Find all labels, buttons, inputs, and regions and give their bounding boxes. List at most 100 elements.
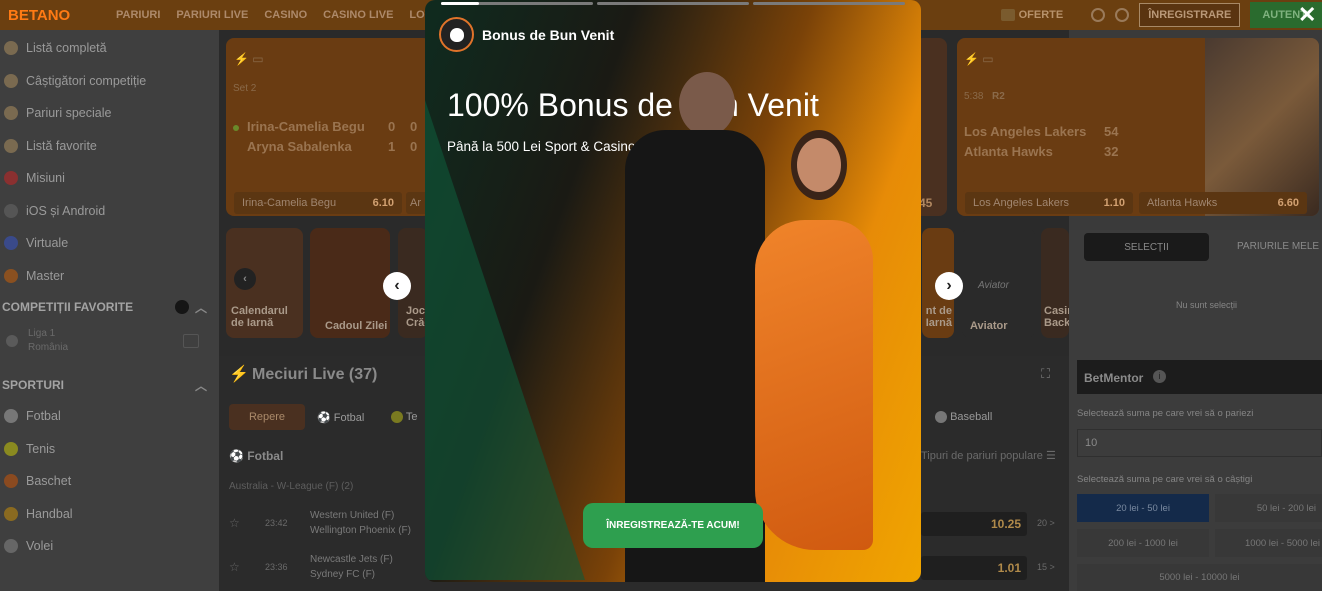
story-header-title: Bonus de Bun Venit [482, 27, 615, 43]
tab-repere[interactable]: Repere [229, 404, 305, 430]
range-option[interactable]: 1000 lei - 5000 lei [1215, 529, 1322, 557]
nav-casino-live[interactable]: CASINO LIVE [323, 9, 393, 21]
tab-tenis[interactable]: Te [391, 411, 417, 424]
league-name: Australia - W-League (F) (2) [229, 481, 354, 492]
sport-label: Fotbal [26, 409, 61, 424]
nav-casino[interactable]: CASINO [264, 9, 307, 21]
player-2-score-set: 1 [388, 139, 396, 154]
sidebar-item-master[interactable]: Master [0, 260, 219, 293]
promo-tile[interactable]: Aviator Aviator [962, 228, 1035, 338]
story-progress-1 [441, 2, 593, 5]
range-option[interactable]: 50 lei - 200 lei [1215, 494, 1322, 522]
player-2-name: Aryna Sabalenka [247, 139, 352, 154]
sidebar-item-castigatori[interactable]: Câștigători competiție [0, 65, 219, 98]
master-icon [4, 268, 18, 283]
player-1-score-game: 0 [410, 119, 418, 134]
range-option[interactable]: 5000 lei - 10000 lei [1077, 564, 1322, 591]
chevron-up-icon[interactable]: ︿ [195, 299, 207, 316]
volleyball-icon [4, 539, 18, 554]
nav-pariuri-live[interactable]: PARIURI LIVE [176, 9, 248, 21]
sidebar-item-label: Misiuni [26, 171, 65, 186]
sidebar-item-pariuri-speciale[interactable]: Pariuri speciale [0, 97, 219, 130]
register-button[interactable]: ÎNREGISTRARE [1139, 3, 1241, 27]
star-icon[interactable]: ☆ [229, 516, 240, 530]
checkbox[interactable] [183, 334, 199, 348]
section-title: COMPETIȚII FAVORITE [2, 300, 134, 314]
home-team: Western United (F) [310, 510, 395, 521]
sidebar-item-virtuale[interactable]: Virtuale [0, 227, 219, 260]
star-icon [4, 106, 18, 121]
favorite-competitions-header[interactable]: COMPETIȚII FAVORITE ︿ [0, 292, 219, 322]
odds-value: 1.01 [997, 561, 1021, 575]
apple-android-icon [4, 203, 18, 218]
odds-button[interactable]: Los Angeles Lakers 1.10 [965, 192, 1133, 214]
sidebar-item-label: Virtuale [26, 236, 69, 251]
sports-header[interactable]: SPORTURI ︿ [0, 370, 219, 400]
range-option[interactable]: 200 lei - 1000 lei [1077, 529, 1209, 557]
sidebar-item-lista-favorite[interactable]: Listă favorite [0, 130, 219, 163]
story-prev-icon[interactable]: ‹ [383, 272, 411, 300]
favorite-competition-item[interactable]: Liga 1 România [0, 322, 219, 360]
league-row[interactable]: Australia - W-League (F) (2) [229, 481, 353, 492]
sport-volei[interactable]: Volei [0, 530, 219, 563]
promo-tile[interactable]: Casin Back [1041, 228, 1069, 338]
live-card-basketball[interactable]: ⚡ ▭ 5:38 R2 Los Angeles Lakers 54 Atlant… [957, 38, 1319, 216]
odds-button[interactable]: 10.25 [921, 512, 1027, 536]
promo-label: Cadoul Zilei [325, 320, 388, 332]
odds-value: 6.10 [372, 197, 394, 209]
tab-fotbal[interactable]: ⚽ Fotbal [317, 411, 364, 424]
register-now-button[interactable]: ÎNREGISTREAZĂ-TE ACUM! [583, 503, 763, 548]
player-1-score-set: 0 [388, 119, 396, 134]
sidebar-item-ios-android[interactable]: iOS și Android [0, 195, 219, 228]
sidebar-item-lista-completa[interactable]: Listă completă [0, 32, 219, 65]
player-1-name: Irina-Camelia Begu [247, 119, 365, 134]
tab-baseball[interactable]: Baseball [935, 411, 992, 424]
expand-icon[interactable]: ⛶ [1041, 366, 1050, 382]
market-selector[interactable]: Tipuri de pariuri populare ☰ [921, 449, 1056, 462]
stake-input[interactable]: 10 [1077, 429, 1322, 457]
tab-selectii[interactable]: SELECȚII [1084, 233, 1209, 261]
odds-label: Ar [410, 197, 421, 209]
odds-button[interactable]: Atlanta Hawks 6.60 [1139, 192, 1307, 214]
sidebar-item-label: Listă completă [26, 41, 107, 56]
live-card-tennis[interactable]: ⚡ ▭ Set 2 Irina-Camelia Begu 0 0 Aryna S… [226, 38, 431, 216]
more-markets-link[interactable]: 15 > [1037, 562, 1055, 572]
add-icon[interactable] [174, 300, 189, 314]
search-icon[interactable] [1091, 8, 1106, 22]
tab-label: Repere [248, 411, 286, 423]
settings-icon[interactable] [1115, 8, 1130, 22]
match-period: R2 [992, 91, 1005, 102]
range-option-selected[interactable]: 20 lei - 50 lei [1077, 494, 1209, 522]
sidebar-item-label: iOS și Android [26, 203, 106, 218]
sport-section-header: ⚽ Fotbal [229, 449, 284, 463]
sport-baschet[interactable]: Baschet [0, 465, 219, 498]
info-icon[interactable]: i [1153, 370, 1166, 383]
star-icon[interactable]: ☆ [229, 560, 240, 574]
odds-label: Atlanta Hawks [1147, 197, 1218, 209]
logo[interactable]: BETANO [8, 7, 116, 24]
story-progress-2 [597, 2, 749, 5]
sport-label: Baschet [26, 474, 72, 489]
live-icon: ⚡ ▭ [964, 52, 994, 66]
tab-pariurile-mele[interactable]: PARIURILE MELE [1237, 241, 1319, 252]
sport-tenis[interactable]: Tenis [0, 433, 219, 466]
sidebar-item-misiuni[interactable]: Misiuni [0, 162, 219, 195]
story-next-icon[interactable]: › [935, 272, 963, 300]
nav-pariuri[interactable]: PARIURI [116, 9, 160, 21]
sport-handbal[interactable]: Handbal [0, 498, 219, 531]
odds-button[interactable]: 1.01 [921, 556, 1027, 580]
sport-section-title: Fotbal [247, 449, 284, 463]
team-1-name: Los Angeles Lakers [964, 124, 1087, 139]
sidebar: Listă completă Câștigători competiție Pa… [0, 30, 219, 591]
oferte-link[interactable]: OFERTE [1000, 9, 1063, 21]
carousel-prev-icon[interactable]: ‹ [234, 268, 256, 290]
close-icon[interactable]: ✕ [1298, 2, 1316, 28]
promo-tile[interactable]: Cadoul Zilei [310, 228, 390, 338]
sidebar-item-label: Master [26, 268, 65, 283]
odds-button[interactable]: Irina-Camelia Begu 6.10 [234, 192, 402, 214]
baseball-icon [935, 411, 947, 424]
more-markets-link[interactable]: 20 > [1037, 518, 1055, 528]
sport-fotbal[interactable]: Fotbal [0, 400, 219, 433]
chevron-up-icon[interactable]: ︿ [195, 377, 207, 394]
money-bag-icon [449, 27, 464, 42]
